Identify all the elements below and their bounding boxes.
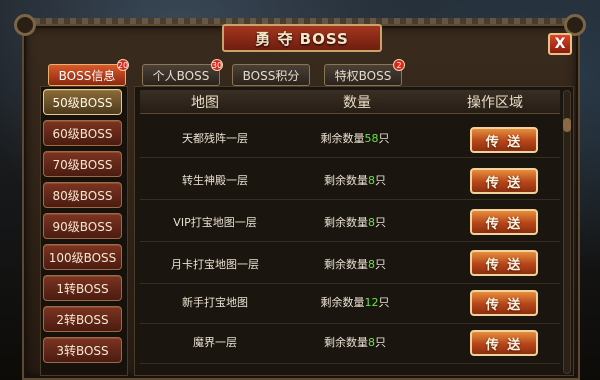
tab-boss-points[interactable]: BOSS积分	[232, 64, 310, 86]
remaining-count: 剩余数量 8 只	[324, 257, 386, 272]
notification-badge: 30	[211, 59, 223, 71]
map-name: VIP打宝地图一层	[173, 216, 257, 229]
tab-boss-info[interactable]: BOSS信息 20	[48, 59, 129, 86]
remaining-count: 剩余数量 8 只	[324, 215, 386, 230]
level-80-button[interactable]: 80级BOSS	[43, 182, 122, 208]
tab-label: 特权BOSS	[334, 68, 392, 83]
header-action: 操作区域	[467, 95, 523, 111]
teleport-button[interactable]: 传 送	[470, 168, 538, 194]
table-scrollbar[interactable]	[563, 90, 571, 374]
tab-privilege-boss[interactable]: 特权BOSS 2	[324, 59, 405, 86]
header-count: 数量	[343, 95, 371, 111]
header-map: 地图	[191, 95, 219, 111]
tab-label: BOSS积分	[242, 68, 300, 83]
level-60-button[interactable]: 60级BOSS	[43, 120, 122, 146]
remaining-count: 剩余数量 12 只	[320, 295, 390, 310]
remaining-count: 剩余数量 8 只	[324, 335, 386, 350]
level-1turn-button[interactable]: 1转BOSS	[43, 275, 122, 301]
close-button[interactable]: X	[548, 33, 572, 55]
map-name: 新手打宝地图	[182, 296, 248, 309]
notification-badge: 20	[117, 59, 129, 71]
map-name: 月卡打宝地图一层	[171, 258, 259, 271]
tab-label: BOSS信息	[58, 68, 116, 83]
remaining-count: 剩余数量 8 只	[324, 173, 386, 188]
tab-personal-boss[interactable]: 个人BOSS 30	[142, 59, 223, 86]
map-name: 转生神殿一层	[182, 174, 248, 187]
level-70-button[interactable]: 70级BOSS	[43, 151, 122, 177]
level-2turn-button[interactable]: 2转BOSS	[43, 306, 122, 332]
level-50-button[interactable]: 50级BOSS	[43, 89, 122, 115]
teleport-button[interactable]: 传 送	[470, 127, 538, 153]
tab-label: 个人BOSS	[152, 68, 210, 83]
map-name: 魔界一层	[193, 336, 237, 349]
teleport-button[interactable]: 传 送	[470, 250, 538, 276]
teleport-button[interactable]: 传 送	[470, 330, 538, 356]
corner-ornament-icon	[14, 14, 36, 36]
teleport-button[interactable]: 传 送	[470, 209, 538, 235]
close-icon: X	[554, 36, 566, 52]
notification-badge: 2	[393, 59, 405, 71]
map-name: 天都残阵一层	[182, 132, 248, 145]
scrollbar-thumb[interactable]	[563, 118, 571, 132]
level-90-button[interactable]: 90级BOSS	[43, 213, 122, 239]
level-100-button[interactable]: 100级BOSS	[43, 244, 122, 270]
level-3turn-button[interactable]: 3转BOSS	[43, 337, 122, 363]
teleport-button[interactable]: 传 送	[470, 290, 538, 316]
remaining-count: 剩余数量 58 只	[320, 131, 390, 146]
dialog-title: 勇 夺 BOSS	[222, 24, 382, 52]
